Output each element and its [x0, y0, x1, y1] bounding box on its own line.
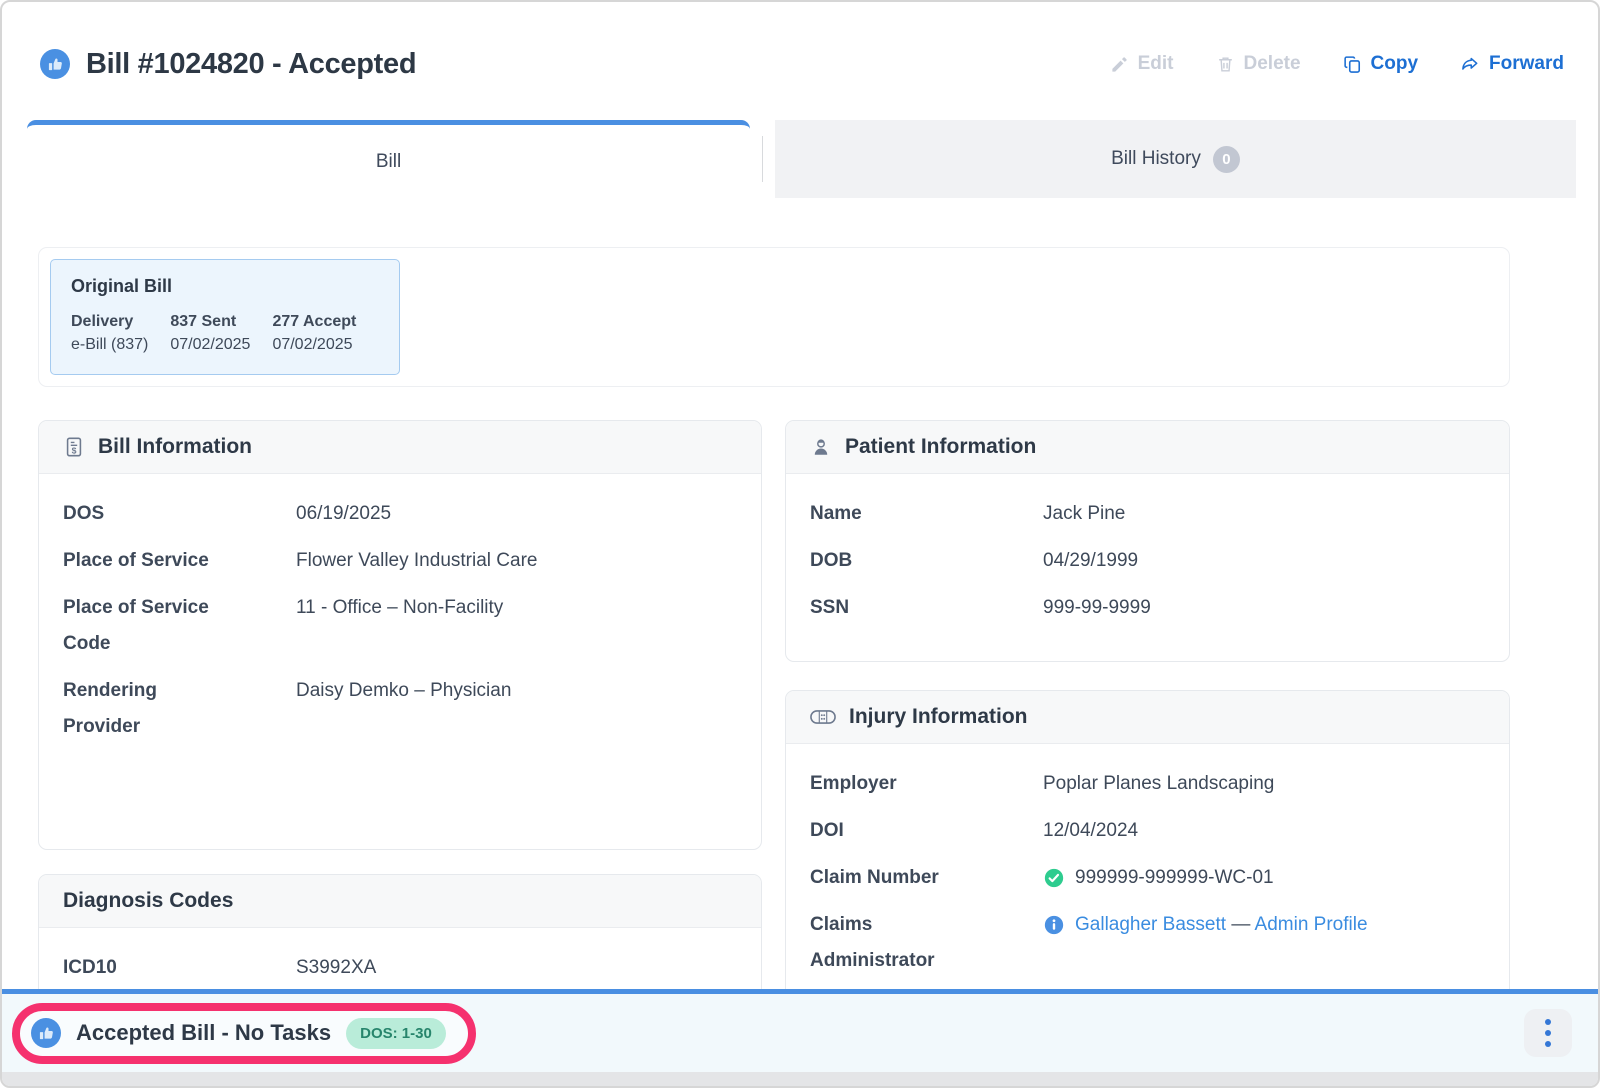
place-of-service-code-value: 11 - Office – Non-Facility — [296, 590, 503, 662]
admin-separator: — — [1231, 914, 1250, 935]
patient-ssn-value: 999-99-9999 — [1043, 590, 1151, 626]
delivery-column: Delivery e-Bill (837) — [71, 310, 148, 356]
tab-bill-history-label: Bill History — [1111, 148, 1201, 170]
patient-worker-icon — [810, 436, 832, 458]
sent-label: 837 Sent — [170, 310, 250, 333]
claims-administrator-company-link[interactable]: Gallagher Bassett — [1075, 914, 1226, 935]
sent-column: 837 Sent 07/02/2025 — [170, 310, 250, 356]
dos-row: DOS 06/19/2025 — [63, 496, 737, 532]
status-bar: Accepted Bill - No Tasks DOS: 1-30 — [2, 989, 1598, 1072]
window-bottom-strip — [2, 1072, 1598, 1086]
injury-information-title: Injury Information — [849, 705, 1028, 729]
rendering-provider-value: Daisy Demko – Physician — [296, 673, 511, 745]
original-bill-title: Original Bill — [71, 276, 379, 297]
kebab-dot — [1545, 1019, 1551, 1025]
patient-dob-row: DOB 04/29/1999 — [810, 543, 1485, 579]
patient-information-title: Patient Information — [845, 435, 1036, 459]
place-of-service-value: Flower Valley Industrial Care — [296, 543, 537, 579]
page-title: Bill #1024820 - Accepted — [86, 48, 416, 81]
claim-number-row: Claim Number 999999-999999-WC-01 — [810, 860, 1485, 896]
pencil-icon — [1110, 55, 1129, 74]
place-of-service-code-label: Place of Service Code — [63, 590, 233, 662]
place-of-service-label: Place of Service — [63, 543, 233, 579]
kebab-dot — [1545, 1030, 1551, 1036]
bill-history-count-badge: 0 — [1213, 146, 1240, 173]
forward-button[interactable]: Forward — [1460, 53, 1564, 75]
accept-label: 277 Accept — [272, 310, 356, 333]
bill-document-icon: $ — [63, 436, 85, 458]
svg-text:$: $ — [72, 445, 77, 455]
patient-dob-value: 04/29/1999 — [1043, 543, 1138, 579]
copy-icon — [1343, 55, 1362, 74]
accept-column: 277 Accept 07/02/2025 — [272, 310, 356, 356]
rendering-provider-row: Rendering Provider Daisy Demko – Physici… — [63, 673, 737, 745]
copy-label: Copy — [1371, 53, 1419, 75]
tab-divider — [750, 120, 775, 198]
delivery-label: Delivery — [71, 310, 148, 333]
status-text: Accepted Bill - No Tasks — [76, 1020, 331, 1046]
admin-profile-link[interactable]: Admin Profile — [1255, 914, 1368, 935]
doi-value: 12/04/2024 — [1043, 813, 1138, 849]
dos-value: 06/19/2025 — [296, 496, 391, 532]
title-wrap: Bill #1024820 - Accepted — [40, 48, 416, 81]
delivery-value: e-Bill (837) — [71, 333, 148, 356]
forward-label: Forward — [1489, 53, 1564, 75]
bill-information-card: $ Bill Information DOS 06/19/2025 Place … — [38, 420, 762, 850]
doi-row: DOI 12/04/2024 — [810, 813, 1485, 849]
copy-button[interactable]: Copy — [1343, 53, 1419, 75]
page-header: Bill #1024820 - Accepted Edit Delete — [2, 2, 1598, 120]
patient-information-card: Patient Information Name Jack Pine DOB 0… — [785, 420, 1510, 662]
claim-number-label: Claim Number — [810, 860, 980, 896]
delete-label: Delete — [1244, 53, 1301, 75]
patient-name-row: Name Jack Pine — [810, 496, 1485, 532]
tab-bill-history[interactable]: Bill History 0 — [775, 120, 1576, 198]
app-window: Bill #1024820 - Accepted Edit Delete — [0, 0, 1600, 1088]
icd10-value: S3992XA — [296, 950, 376, 986]
doi-label: DOI — [810, 813, 980, 849]
diagnosis-codes-title: Diagnosis Codes — [63, 889, 233, 913]
thumbs-up-icon — [31, 1018, 61, 1048]
annotation-highlight: Accepted Bill - No Tasks DOS: 1-30 — [12, 1003, 476, 1064]
employer-label: Employer — [810, 766, 980, 802]
forward-arrow-icon — [1460, 54, 1480, 74]
bill-timeline: Original Bill Delivery e-Bill (837) 837 … — [38, 247, 1510, 387]
trash-icon — [1216, 55, 1235, 74]
icd10-row: ICD10 S3992XA — [63, 950, 737, 986]
bill-information-title: Bill Information — [98, 435, 252, 459]
patient-ssn-label: SSN — [810, 590, 980, 626]
dos-label: DOS — [63, 496, 233, 532]
kebab-menu-button[interactable] — [1524, 1009, 1572, 1057]
patient-name-value: Jack Pine — [1043, 496, 1125, 532]
content-area: Original Bill Delivery e-Bill (837) 837 … — [2, 198, 1598, 1062]
original-bill-card[interactable]: Original Bill Delivery e-Bill (837) 837 … — [50, 259, 400, 375]
bandage-icon — [810, 709, 836, 725]
patient-dob-label: DOB — [810, 543, 980, 579]
thumbs-up-icon — [40, 49, 70, 79]
patient-name-label: Name — [810, 496, 980, 532]
employer-value: Poplar Planes Landscaping — [1043, 766, 1274, 802]
tab-bar: Bill Bill History 0 — [2, 120, 1598, 198]
tab-bill-label: Bill — [376, 151, 401, 173]
place-of-service-row: Place of Service Flower Valley Industria… — [63, 543, 737, 579]
tab-bill[interactable]: Bill — [27, 120, 750, 198]
claims-administrator-row: Claims Administrator — [810, 907, 1485, 979]
rendering-provider-label: Rendering Provider — [63, 673, 233, 745]
delete-button[interactable]: Delete — [1216, 53, 1301, 75]
dos-badge: DOS: 1-30 — [346, 1018, 446, 1049]
header-actions: Edit Delete Copy — [1110, 53, 1564, 75]
edit-button[interactable]: Edit — [1110, 53, 1174, 75]
claims-administrator-label: Claims Administrator — [810, 907, 980, 979]
claim-number-value: 999999-999999-WC-01 — [1075, 860, 1274, 896]
sent-value: 07/02/2025 — [170, 333, 250, 356]
edit-label: Edit — [1138, 53, 1174, 75]
info-circle-icon[interactable] — [1043, 914, 1065, 936]
kebab-dot — [1545, 1041, 1551, 1047]
icd10-label: ICD10 — [63, 950, 233, 986]
check-circle-icon — [1043, 867, 1065, 889]
employer-row: Employer Poplar Planes Landscaping — [810, 766, 1485, 802]
patient-ssn-row: SSN 999-99-9999 — [810, 590, 1485, 626]
place-of-service-code-row: Place of Service Code 11 - Office – Non-… — [63, 590, 737, 662]
accept-value: 07/02/2025 — [272, 333, 356, 356]
